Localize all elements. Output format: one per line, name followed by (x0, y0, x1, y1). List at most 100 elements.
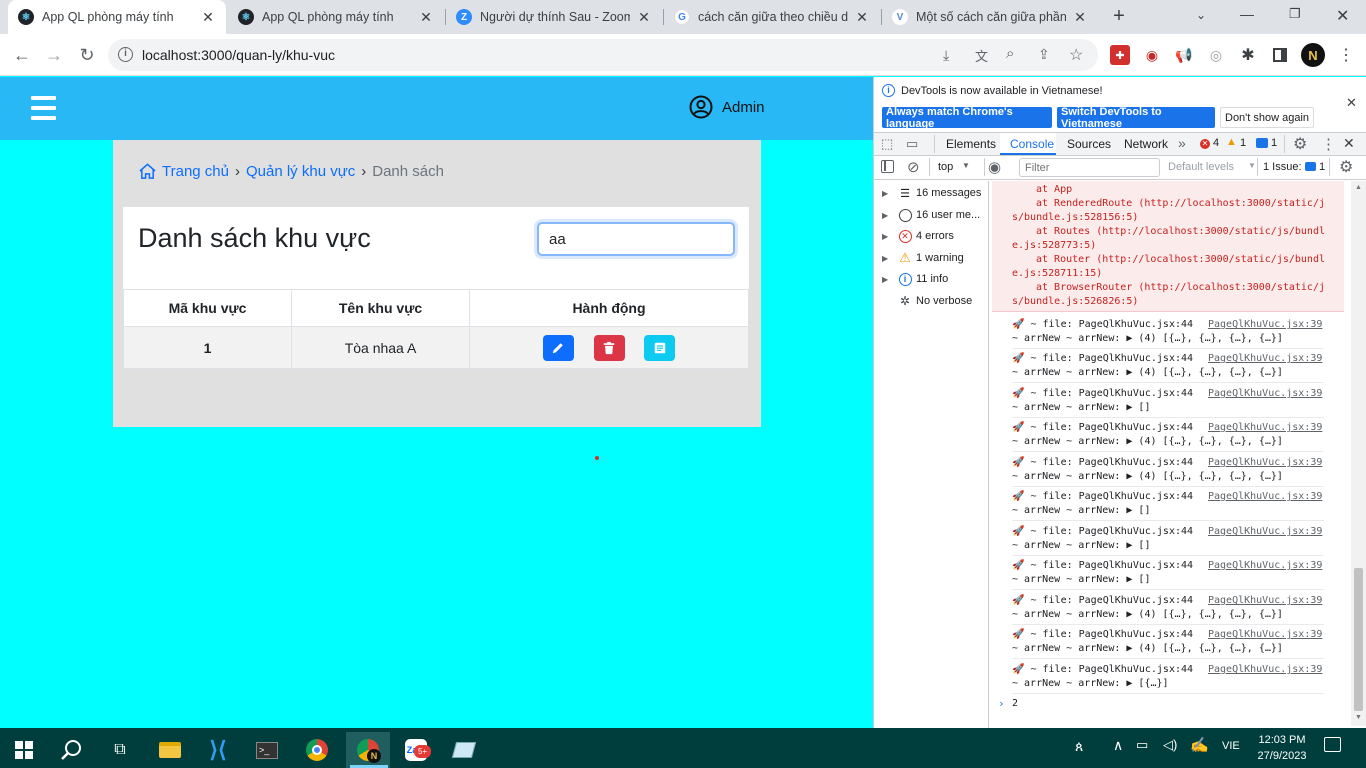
puzzle-icon[interactable]: ✱ (1238, 45, 1258, 65)
browser-tab[interactable]: ⚛ App QL phòng máy tính ✕ (228, 0, 444, 34)
network-icon[interactable]: ▭ (1136, 737, 1148, 753)
warning-count[interactable]: 1 (1240, 137, 1246, 149)
search-input[interactable] (537, 222, 735, 256)
match-language-button[interactable]: Always match Chrome's language (882, 106, 1052, 130)
dont-show-again-button[interactable]: Don't show again (1220, 107, 1315, 128)
detail-button[interactable] (644, 334, 676, 361)
user-name[interactable]: Admin (722, 99, 765, 116)
tab-elements[interactable]: Elements (946, 137, 996, 151)
info-count[interactable]: 1 (1271, 137, 1277, 149)
console-log-entry[interactable]: 🚀 ~ file: PageQlKhuVuc.jsx:44 ~ arrNew ~ … (1012, 522, 1324, 556)
more-tabs-icon[interactable]: » (1178, 135, 1186, 151)
install-icon[interactable]: ⤓ (943, 47, 949, 64)
megaphone-icon[interactable]: 📢 (1174, 45, 1194, 65)
close-icon[interactable]: ✕ (418, 9, 434, 26)
file-explorer-icon[interactable] (150, 732, 190, 768)
stack-line[interactable]: s/bundle.js:526826:5) (1012, 296, 1138, 307)
console-log-entry[interactable]: 🚀 ~ file: PageQlKhuVuc.jsx:44 ~ arrNew ~ … (1012, 315, 1324, 349)
log-source-link[interactable]: PageQlKhuVuc.jsx:39 (1208, 457, 1322, 468)
log-value[interactable]: ~ arrNew ~ arrNew: ▶ (4) [{…}, {…}, {…},… (1012, 643, 1283, 654)
message-icon[interactable] (1256, 138, 1268, 148)
caret-down-icon[interactable]: ▼ (962, 161, 970, 170)
stack-line[interactable]: s/bundle.js:528156:5) (1012, 212, 1138, 223)
sidebar-toggle-icon[interactable] (881, 160, 894, 173)
windows-start-icon[interactable] (4, 732, 44, 768)
translate-icon[interactable]: 文 (975, 46, 988, 65)
terminal-icon[interactable]: >_ (247, 732, 287, 768)
forward-icon[interactable]: → (42, 43, 66, 67)
task-view-icon[interactable]: ⧉ (100, 732, 140, 768)
log-source-link[interactable]: PageQlKhuVuc.jsx:39 (1208, 491, 1322, 502)
reload-icon[interactable]: ↻ (75, 43, 99, 67)
sidebar-item-errors[interactable]: ▶ ✕ 4 errors (882, 226, 987, 246)
log-source-link[interactable]: PageQlKhuVuc.jsx:39 (1208, 526, 1322, 537)
warning-icon[interactable]: ▲ (1226, 136, 1237, 148)
console-log-entry[interactable]: 🚀 ~ file: PageQlKhuVuc.jsx:44 ~ arrNew ~ … (1012, 418, 1324, 452)
hamburger-menu-icon[interactable] (31, 96, 56, 120)
browser-tab[interactable]: Z Người dự thính Sau - Zoom ✕ (446, 0, 662, 34)
console-log-entry[interactable]: 🚀 ~ file: PageQlKhuVuc.jsx:44 ~ arrNew ~ … (1012, 556, 1324, 590)
inspect-element-icon[interactable]: ⬚ (881, 136, 893, 152)
notification-icon[interactable] (1324, 737, 1341, 752)
edit-button[interactable] (542, 334, 574, 361)
log-value[interactable]: ~ arrNew ~ arrNew: ▶ (4) [{…}, {…}, {…},… (1012, 436, 1283, 447)
close-icon[interactable]: ✕ (854, 9, 870, 26)
log-levels-dropdown[interactable]: Default levels (1168, 161, 1234, 173)
volume-icon[interactable]: ◁) (1163, 737, 1177, 753)
minimize-icon[interactable]: — (1240, 6, 1254, 22)
device-toggle-icon[interactable]: ▭ (906, 136, 918, 152)
notepad-icon[interactable] (444, 732, 484, 768)
extension-icon[interactable]: ◉ (1142, 45, 1162, 65)
log-source-link[interactable]: PageQlKhuVuc.jsx:39 (1208, 388, 1322, 399)
scrollbar-thumb[interactable] (1354, 568, 1363, 711)
browser-tab[interactable]: ⚛ App QL phòng máy tính ✕ (8, 0, 226, 34)
log-value[interactable]: ~ arrNew ~ arrNew: ▶ [] (1012, 574, 1150, 585)
sidebar-item-warnings[interactable]: ▶ ⚠ 1 warning (882, 248, 987, 268)
log-source-link[interactable]: PageQlKhuVuc.jsx:39 (1208, 319, 1322, 330)
error-icon[interactable]: ✕ (1200, 139, 1210, 149)
stack-line[interactable]: at RenderedRoute (http://localhost:3000/… (1036, 198, 1325, 209)
close-icon[interactable]: ✕ (200, 9, 216, 26)
console-log-entry[interactable]: 🚀 ~ file: PageQlKhuVuc.jsx:44 ~ arrNew ~ … (1012, 625, 1324, 659)
delete-button[interactable] (593, 334, 625, 361)
close-icon[interactable]: ✕ (636, 9, 652, 26)
log-source-link[interactable]: PageQlKhuVuc.jsx:39 (1208, 353, 1322, 364)
restore-icon[interactable]: ❐ (1289, 6, 1301, 22)
scroll-down-icon[interactable]: ▼ (1355, 714, 1362, 721)
stack-line[interactable]: at BrowserRouter (http://localhost:3000/… (1036, 282, 1325, 293)
stack-line[interactable]: at Routes (http://localhost:3000/static/… (1036, 226, 1325, 237)
filter-input[interactable] (1019, 158, 1160, 177)
log-source-link[interactable]: PageQlKhuVuc.jsx:39 (1208, 595, 1322, 606)
stack-line[interactable]: e.js:528773:5) (1012, 240, 1096, 251)
stack-line[interactable]: at Router (http://localhost:3000/static/… (1036, 254, 1325, 265)
browser-tab[interactable]: V Một số cách căn giữa phần ✕ (882, 0, 1098, 34)
log-value[interactable]: ~ arrNew ~ arrNew: ▶ [] (1012, 540, 1150, 551)
language-indicator[interactable]: VIE (1222, 740, 1240, 752)
sidebar-item-verbose[interactable]: ✲ No verbose (882, 291, 987, 311)
chevron-down-icon[interactable]: ⌄ (1196, 8, 1206, 22)
settings-gear-icon[interactable]: ⚙ (1293, 134, 1307, 154)
log-source-link[interactable]: PageQlKhuVuc.jsx:39 (1208, 664, 1322, 675)
pen-icon[interactable]: ✍ (1190, 736, 1209, 754)
menu-kebab-icon[interactable]: ⋮ (1336, 45, 1356, 65)
info-icon[interactable]: i (118, 47, 133, 62)
breadcrumb-home-link[interactable]: Trang chủ (162, 163, 229, 180)
new-tab-icon[interactable]: + (1109, 6, 1129, 26)
people-icon[interactable]: ጰ (1075, 738, 1083, 755)
log-value[interactable]: ~ arrNew ~ arrNew: ▶ (4) [{…}, {…}, {…},… (1012, 609, 1283, 620)
window-close-icon[interactable]: ✕ (1336, 6, 1349, 26)
scroll-up-icon[interactable]: ▲ (1355, 184, 1362, 191)
log-source-link[interactable]: PageQlKhuVuc.jsx:39 (1208, 629, 1322, 640)
address-bar[interactable]: i localhost:3000/quan-ly/khu-vuc ⤓ 文 ⌕ ⇪… (108, 39, 1098, 71)
avatar[interactable]: N (1301, 43, 1325, 67)
side-panel-icon[interactable] (1270, 45, 1290, 65)
extension-icon[interactable]: ◎ (1206, 45, 1226, 65)
chrome-profile-icon[interactable]: N (346, 732, 390, 768)
vscode-icon[interactable]: ⟩⟨ (198, 732, 238, 768)
zoom-icon[interactable]: ⌕ (1006, 45, 1014, 62)
kebab-menu-icon[interactable]: ⋮ (1321, 135, 1336, 153)
log-value[interactable]: ~ arrNew ~ arrNew: ▶ (4) [{…}, {…}, {…},… (1012, 333, 1283, 344)
tab-sources[interactable]: Sources (1067, 137, 1111, 151)
share-icon[interactable]: ⇪ (1038, 46, 1050, 63)
close-icon[interactable]: ✕ (1072, 9, 1088, 26)
